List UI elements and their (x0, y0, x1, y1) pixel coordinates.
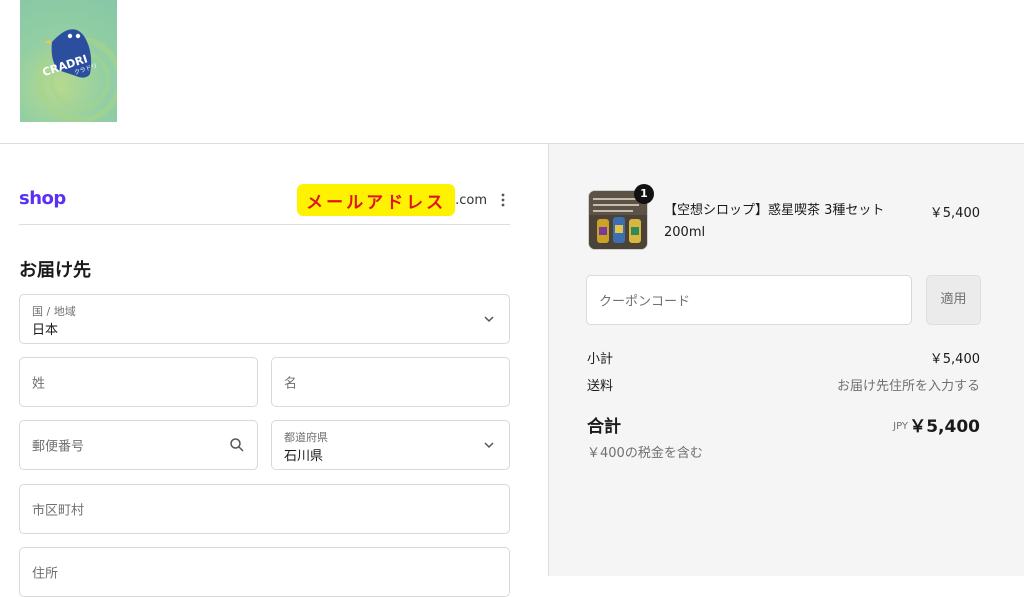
account-email: メールアドレス .com (297, 184, 487, 216)
city-field[interactable]: 市区町村 (19, 484, 510, 534)
section-title: お届け先 (19, 260, 91, 281)
address-field[interactable]: 住所 (19, 547, 510, 597)
quantity-badge: 1 (634, 184, 654, 204)
first-name-placeholder: 名 (284, 376, 298, 392)
first-name-field[interactable]: 名 (271, 357, 510, 407)
store-header: CRADRI クラドリ (0, 0, 1024, 144)
shop-pay-logo: shop (19, 188, 66, 209)
last-name-field[interactable]: 姓 (19, 357, 258, 407)
prefecture-select[interactable]: 都道府県 石川県 (271, 420, 510, 470)
country-value: 日本 (32, 323, 59, 338)
store-logo[interactable]: CRADRI クラドリ (20, 0, 117, 122)
order-summary-panel: 1 【空想シロップ】惑星喫茶 3種セット 200ml ￥5,400 クーポンコー… (548, 144, 1024, 576)
search-icon[interactable] (229, 437, 245, 453)
email-suffix: .com (455, 192, 487, 208)
total-label: 合計 (587, 417, 621, 437)
chevron-down-icon (484, 442, 494, 449)
tax-note: ￥400の税金を含む (587, 446, 703, 461)
prefecture-label: 都道府県 (284, 431, 328, 444)
city-placeholder: 市区町村 (32, 503, 85, 519)
divider (19, 224, 510, 225)
shipping-label: 送料 (587, 379, 614, 394)
product-name: 【空想シロップ】惑星喫茶 3種セット 200ml (664, 203, 885, 240)
apply-coupon-button[interactable]: 適用 (926, 275, 981, 325)
total-value: ￥5,400 (909, 417, 980, 437)
coupon-placeholder: クーポンコード (599, 294, 691, 310)
postal-code-field[interactable]: 郵便番号 (19, 420, 258, 470)
total-currency: JPY (893, 421, 908, 432)
country-select[interactable]: 国 / 地域 日本 (19, 294, 510, 344)
prefecture-value: 石川県 (284, 449, 324, 464)
postal-code-placeholder: 郵便番号 (32, 439, 85, 455)
checkout-form-panel: shop メールアドレス .com お届け先 国 / 地域 日本 姓 名 郵便番… (0, 144, 548, 597)
coupon-input[interactable]: クーポンコード (586, 275, 912, 325)
subtotal-value: ￥5,400 (929, 352, 980, 367)
chevron-down-icon (484, 316, 494, 323)
shipping-value: お届け先住所を入力する (836, 379, 980, 394)
address-placeholder: 住所 (32, 566, 59, 582)
product-price: ￥5,400 (929, 206, 980, 221)
subtotal-label: 小計 (587, 352, 614, 367)
email-redaction: メールアドレス (297, 184, 456, 216)
country-label: 国 / 地域 (32, 305, 76, 318)
last-name-placeholder: 姓 (32, 376, 46, 392)
kebab-menu-icon[interactable] (496, 192, 510, 208)
